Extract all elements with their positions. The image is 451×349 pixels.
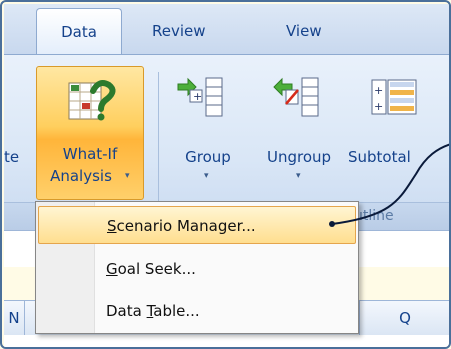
callout-line: [329, 143, 449, 227]
excel-window: Data Review View utline te What-If Analy…: [0, 0, 451, 349]
